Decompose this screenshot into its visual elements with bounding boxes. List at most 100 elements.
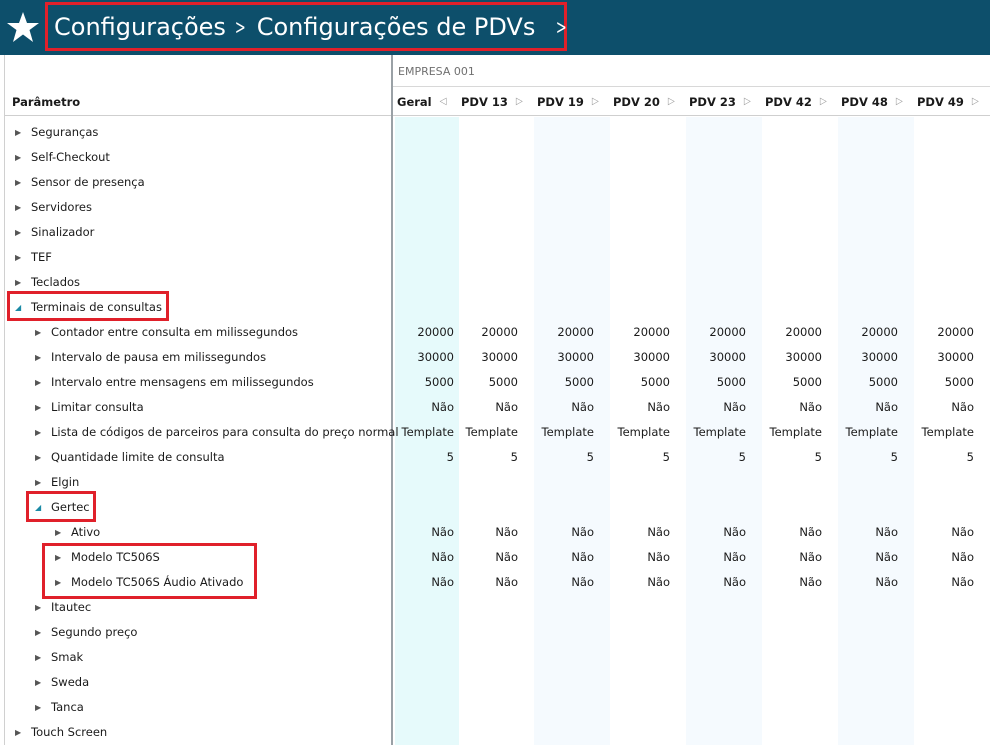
tree-row[interactable]: ▶ Seguranças <box>5 120 990 145</box>
caret-collapsed-icon[interactable]: ▶ <box>55 553 61 562</box>
value-cell[interactable]: Não <box>448 400 518 414</box>
caret-collapsed-icon[interactable]: ▶ <box>35 628 41 637</box>
value-cell[interactable]: 30000 <box>384 350 454 364</box>
tree-row[interactable]: ▶ Modelo TC506S Áudio Ativado Não Não Não Não… <box>5 570 990 595</box>
value-cell[interactable]: 5 <box>600 450 670 464</box>
value-cell[interactable]: 30000 <box>676 350 746 364</box>
value-cell[interactable]: Template <box>524 425 594 439</box>
value-cell[interactable]: Não <box>752 550 822 564</box>
value-cell[interactable]: Não <box>828 550 898 564</box>
value-cell[interactable]: Não <box>676 525 746 539</box>
caret-collapsed-icon[interactable]: ▶ <box>15 203 21 212</box>
value-cell[interactable]: Não <box>448 525 518 539</box>
value-cell[interactable]: Template <box>752 425 822 439</box>
value-cell[interactable]: Template <box>904 425 974 439</box>
value-cell[interactable]: Não <box>828 575 898 589</box>
caret-collapsed-icon[interactable]: ▶ <box>35 353 41 362</box>
value-cell[interactable]: Não <box>524 550 594 564</box>
value-cell[interactable]: 5 <box>676 450 746 464</box>
arrow-right-icon[interactable]: ▷ <box>744 97 751 108</box>
caret-collapsed-icon[interactable]: ▶ <box>35 703 41 712</box>
caret-collapsed-icon[interactable]: ▶ <box>35 478 41 487</box>
caret-collapsed-icon[interactable]: ▶ <box>35 453 41 462</box>
caret-collapsed-icon[interactable]: ▶ <box>35 403 41 412</box>
column-header-pdv-48[interactable]: PDV 48 ▷ <box>841 95 903 109</box>
caret-collapsed-icon[interactable]: ▶ <box>15 128 21 137</box>
value-cell[interactable]: 5 <box>524 450 594 464</box>
caret-collapsed-icon[interactable]: ▶ <box>15 728 21 737</box>
arrow-right-icon[interactable]: ▷ <box>592 97 599 108</box>
value-cell[interactable]: 5000 <box>676 375 746 389</box>
breadcrumb-item-configuracoes-pdvs[interactable]: Configurações de PDVs <box>257 13 536 41</box>
breadcrumb-item-configuracoes[interactable]: Configurações <box>54 13 226 41</box>
value-cell[interactable]: Template <box>448 425 518 439</box>
value-cell[interactable]: 20000 <box>828 325 898 339</box>
value-cell[interactable]: Não <box>828 400 898 414</box>
value-cell[interactable]: Não <box>600 575 670 589</box>
tree-row[interactable]: ▶ Self-Checkout <box>5 145 990 170</box>
value-cell[interactable]: 30000 <box>904 350 974 364</box>
value-cell[interactable]: Não <box>904 400 974 414</box>
value-cell[interactable]: 5 <box>828 450 898 464</box>
tree-row[interactable]: ▶ TEF <box>5 245 990 270</box>
tree-row[interactable]: ▶ Contador entre consulta em milissegundo… <box>5 320 990 345</box>
caret-expanded-icon[interactable]: ◢ <box>35 503 41 512</box>
tree-row[interactable]: ▶ Segundo preço <box>5 620 990 645</box>
value-cell[interactable]: Template <box>828 425 898 439</box>
arrow-left-icon[interactable]: ◁ <box>440 97 447 108</box>
value-cell[interactable]: Não <box>600 550 670 564</box>
value-cell[interactable]: 30000 <box>524 350 594 364</box>
value-cell[interactable]: Não <box>752 400 822 414</box>
value-cell[interactable]: 30000 <box>600 350 670 364</box>
value-cell[interactable]: 5 <box>752 450 822 464</box>
arrow-right-icon[interactable]: ▷ <box>668 97 675 108</box>
value-cell[interactable]: 5000 <box>904 375 974 389</box>
tree-row[interactable]: ▶ Modelo TC506S Não Não Não Não Não Não Não Não <box>5 545 990 570</box>
caret-collapsed-icon[interactable]: ▶ <box>55 578 61 587</box>
value-cell[interactable]: 20000 <box>904 325 974 339</box>
value-cell[interactable]: Não <box>676 400 746 414</box>
caret-collapsed-icon[interactable]: ▶ <box>15 178 21 187</box>
tree-row[interactable]: ▶ Itautec <box>5 595 990 620</box>
value-cell[interactable]: Não <box>448 575 518 589</box>
arrow-right-icon[interactable]: ▷ <box>820 97 827 108</box>
value-cell[interactable]: Template <box>600 425 670 439</box>
value-cell[interactable]: Não <box>384 575 454 589</box>
tree-row[interactable]: ◢ Gertec <box>5 495 990 520</box>
value-cell[interactable]: Não <box>904 550 974 564</box>
caret-collapsed-icon[interactable]: ▶ <box>35 603 41 612</box>
arrow-right-icon[interactable]: ▷ <box>516 97 523 108</box>
caret-expanded-icon[interactable]: ◢ <box>15 303 21 312</box>
tree-row[interactable]: ▶ Ativo Não Não Não Não Não Não Não Não <box>5 520 990 545</box>
value-cell[interactable]: 20000 <box>752 325 822 339</box>
value-cell[interactable]: 20000 <box>676 325 746 339</box>
value-cell[interactable]: 5000 <box>384 375 454 389</box>
value-cell[interactable]: Não <box>448 550 518 564</box>
column-header-pdv-42[interactable]: PDV 42 ▷ <box>765 95 827 109</box>
caret-collapsed-icon[interactable]: ▶ <box>15 253 21 262</box>
tree-row[interactable]: ▶ Servidores <box>5 195 990 220</box>
caret-collapsed-icon[interactable]: ▶ <box>15 153 21 162</box>
tree-row[interactable]: ▶ Sweda <box>5 670 990 695</box>
caret-collapsed-icon[interactable]: ▶ <box>55 528 61 537</box>
value-cell[interactable]: Não <box>676 575 746 589</box>
arrow-right-icon[interactable]: ▷ <box>972 97 979 108</box>
caret-collapsed-icon[interactable]: ▶ <box>15 228 21 237</box>
column-header-pdv-13[interactable]: PDV 13 ▷ <box>461 95 523 109</box>
tree-row[interactable]: ▶ Intervalo entre mensagens em milissegun… <box>5 370 990 395</box>
value-cell[interactable]: Template <box>676 425 746 439</box>
value-cell[interactable]: 5 <box>448 450 518 464</box>
column-header-pdv-49[interactable]: PDV 49 ▷ <box>917 95 979 109</box>
value-cell[interactable]: Não <box>384 400 454 414</box>
caret-collapsed-icon[interactable]: ▶ <box>35 428 41 437</box>
value-cell[interactable]: Não <box>384 550 454 564</box>
caret-collapsed-icon[interactable]: ▶ <box>35 678 41 687</box>
value-cell[interactable]: Template <box>384 425 454 439</box>
tree-row[interactable]: ◢ Terminais de consultas <box>5 295 990 320</box>
column-header-geral[interactable]: Geral ◁ <box>397 95 447 109</box>
value-cell[interactable]: Não <box>904 525 974 539</box>
column-header-pdv-23[interactable]: PDV 23 ▷ <box>689 95 751 109</box>
tree-row[interactable]: ▶ Tanca <box>5 695 990 720</box>
value-cell[interactable]: Não <box>752 575 822 589</box>
caret-collapsed-icon[interactable]: ▶ <box>35 328 41 337</box>
